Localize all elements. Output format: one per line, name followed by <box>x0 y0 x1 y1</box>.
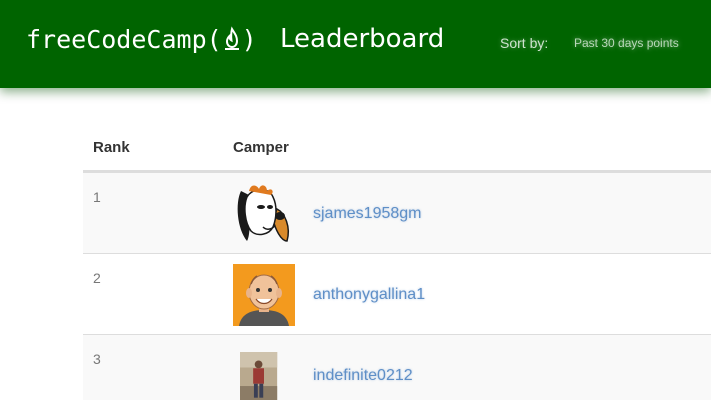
cartoon-dog-avatar <box>237 185 289 242</box>
sort-label: Sort by: <box>500 35 549 51</box>
table-header: Rank Camper <box>83 128 711 172</box>
brand-paren-close: ) <box>241 25 257 54</box>
page-title: Leaderboard <box>280 24 445 54</box>
column-header-rank[interactable]: Rank <box>93 139 130 156</box>
fire-icon <box>224 26 239 50</box>
rank-cell: 3 <box>93 351 101 367</box>
camper-link[interactable]: anthonygallina1 <box>313 286 425 304</box>
photo-person-avatar <box>240 352 278 400</box>
table-row: 2 anthonygallina1 <box>83 253 711 334</box>
column-header-camper[interactable]: Camper <box>233 139 289 156</box>
navbar: freeCodeCamp( ) Leaderboard Sort by: Pas… <box>0 0 711 88</box>
page: freeCodeCamp( ) Leaderboard Sort by: Pas… <box>0 0 711 400</box>
rank-cell: 1 <box>93 189 101 205</box>
sort-option-past-30-days[interactable]: Past 30 days points <box>574 35 679 51</box>
cartoon-man-avatar <box>233 264 295 326</box>
table-row: 3 indefinite0212 <box>83 334 711 400</box>
brand-prefix: freeCodeCamp( <box>26 25 222 54</box>
rank-cell: 2 <box>93 270 101 286</box>
table-row: 1 sjames1958gm <box>83 172 711 253</box>
brand-logo[interactable]: freeCodeCamp( ) <box>26 22 257 58</box>
leaderboard-table: Rank Camper 1 sjames1958gm 2 anthonygall… <box>83 128 711 400</box>
camper-link[interactable]: sjames1958gm <box>313 205 422 223</box>
camper-link[interactable]: indefinite0212 <box>313 367 413 385</box>
